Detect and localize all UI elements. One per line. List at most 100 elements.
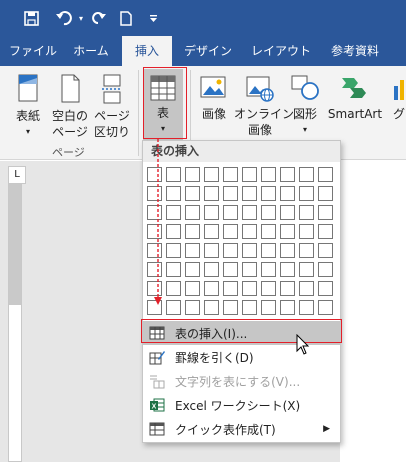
tab-insert[interactable]: 挿入 <box>122 36 172 66</box>
customize-qat-icon[interactable] <box>146 6 160 30</box>
text-to-table-icon <box>149 373 165 389</box>
grid-cell[interactable] <box>242 186 257 201</box>
online-pictures-button[interactable]: オンライン 画像 <box>234 74 294 138</box>
tab-selector[interactable]: L <box>8 166 26 184</box>
grid-cell[interactable] <box>261 281 276 296</box>
grid-cell[interactable] <box>299 167 314 182</box>
grid-cell[interactable] <box>223 167 238 182</box>
menu-item-text-to-table[interactable]: 文字列を表にする(V)... <box>143 369 340 393</box>
grid-cell[interactable] <box>318 224 333 239</box>
grid-cell[interactable] <box>204 205 219 220</box>
grid-cell[interactable] <box>299 262 314 277</box>
grid-cell[interactable] <box>261 167 276 182</box>
tab-references[interactable]: 参考資料 <box>322 36 388 66</box>
grid-cell[interactable] <box>223 243 238 258</box>
blank-page-icon <box>61 74 80 103</box>
page-break-button[interactable]: ページ 区切り <box>92 74 132 140</box>
tab-home[interactable]: ホーム <box>66 36 116 66</box>
grid-cell[interactable] <box>242 224 257 239</box>
grid-cell[interactable] <box>318 262 333 277</box>
grid-cell[interactable] <box>242 300 257 315</box>
grid-cell[interactable] <box>261 243 276 258</box>
grid-cell[interactable] <box>261 224 276 239</box>
grid-cell[interactable] <box>223 186 238 201</box>
tab-design[interactable]: デザイン <box>178 36 238 66</box>
grid-cell[interactable] <box>280 262 295 277</box>
grid-cell[interactable] <box>261 186 276 201</box>
save-icon[interactable] <box>20 6 42 30</box>
grid-cell[interactable] <box>223 300 238 315</box>
grid-cell[interactable] <box>280 281 295 296</box>
grid-cell[interactable] <box>204 167 219 182</box>
grid-cell[interactable] <box>185 224 200 239</box>
grid-cell[interactable] <box>223 205 238 220</box>
page-break-label-2: 区切り <box>93 125 130 139</box>
chart-label: グ <box>392 107 405 121</box>
grid-cell[interactable] <box>185 186 200 201</box>
grid-cell[interactable] <box>185 205 200 220</box>
shapes-button[interactable]: 図形 ▾ <box>288 74 322 138</box>
grid-cell[interactable] <box>204 281 219 296</box>
document-page[interactable] <box>340 161 406 462</box>
shapes-icon <box>291 75 319 100</box>
grid-cell[interactable] <box>261 300 276 315</box>
grid-cell[interactable] <box>280 224 295 239</box>
grid-cell[interactable] <box>280 186 295 201</box>
menu-item-quick-tables[interactable]: クイック表作成(T) ▶ <box>143 417 340 441</box>
grid-cell[interactable] <box>223 224 238 239</box>
grid-cell[interactable] <box>185 167 200 182</box>
grid-cell[interactable] <box>204 300 219 315</box>
grid-cell[interactable] <box>242 281 257 296</box>
grid-cell[interactable] <box>318 300 333 315</box>
grid-cell[interactable] <box>242 167 257 182</box>
grid-cell[interactable] <box>204 186 219 201</box>
menu-item-excel-sheet[interactable]: X Excel ワークシート(X) <box>143 393 340 417</box>
new-document-icon[interactable] <box>116 6 136 30</box>
grid-cell[interactable] <box>185 243 200 258</box>
grid-cell[interactable] <box>299 205 314 220</box>
grid-cell[interactable] <box>204 243 219 258</box>
chart-button[interactable]: グ <box>392 74 406 122</box>
grid-cell[interactable] <box>204 262 219 277</box>
grid-cell[interactable] <box>261 205 276 220</box>
grid-cell[interactable] <box>223 281 238 296</box>
grid-cell[interactable] <box>299 224 314 239</box>
grid-cell[interactable] <box>318 281 333 296</box>
blank-page-button[interactable]: 空白の ページ <box>50 74 90 140</box>
grid-cell[interactable] <box>318 186 333 201</box>
grid-cell[interactable] <box>242 205 257 220</box>
tab-layout[interactable]: レイアウト <box>246 36 316 66</box>
grid-cell[interactable] <box>299 243 314 258</box>
grid-cell[interactable] <box>242 262 257 277</box>
grid-cell[interactable] <box>318 167 333 182</box>
online-pictures-label-2: 画像 <box>247 123 272 137</box>
grid-cell[interactable] <box>223 262 238 277</box>
grid-cell[interactable] <box>299 300 314 315</box>
grid-cell[interactable] <box>280 205 295 220</box>
cover-page-button[interactable]: 表紙 ▾ <box>10 74 46 140</box>
smartart-button[interactable]: SmartArt <box>326 74 384 122</box>
grid-cell[interactable] <box>185 300 200 315</box>
tab-file[interactable]: ファイル <box>6 36 60 66</box>
cover-page-label: 表紙 <box>15 109 40 123</box>
grid-cell[interactable] <box>299 186 314 201</box>
grid-cell[interactable] <box>299 281 314 296</box>
grid-cell[interactable] <box>185 281 200 296</box>
page-break-label-1: ページ <box>94 109 130 123</box>
grid-cell[interactable] <box>280 167 295 182</box>
redo-icon[interactable] <box>88 6 110 30</box>
grid-cell[interactable] <box>280 243 295 258</box>
grid-cell[interactable] <box>261 262 276 277</box>
grid-cell[interactable] <box>280 300 295 315</box>
online-picture-icon <box>246 76 274 102</box>
undo-dropdown-icon[interactable]: ▾ <box>76 6 86 30</box>
grid-cell[interactable] <box>318 205 333 220</box>
grid-cell[interactable] <box>204 224 219 239</box>
undo-icon[interactable] <box>52 6 76 30</box>
chevron-down-icon: ▾ <box>302 125 307 134</box>
annotation-table-button-box <box>143 67 187 139</box>
grid-cell[interactable] <box>318 243 333 258</box>
grid-cell[interactable] <box>185 262 200 277</box>
pictures-button[interactable]: 画像 <box>196 74 232 122</box>
grid-cell[interactable] <box>242 243 257 258</box>
